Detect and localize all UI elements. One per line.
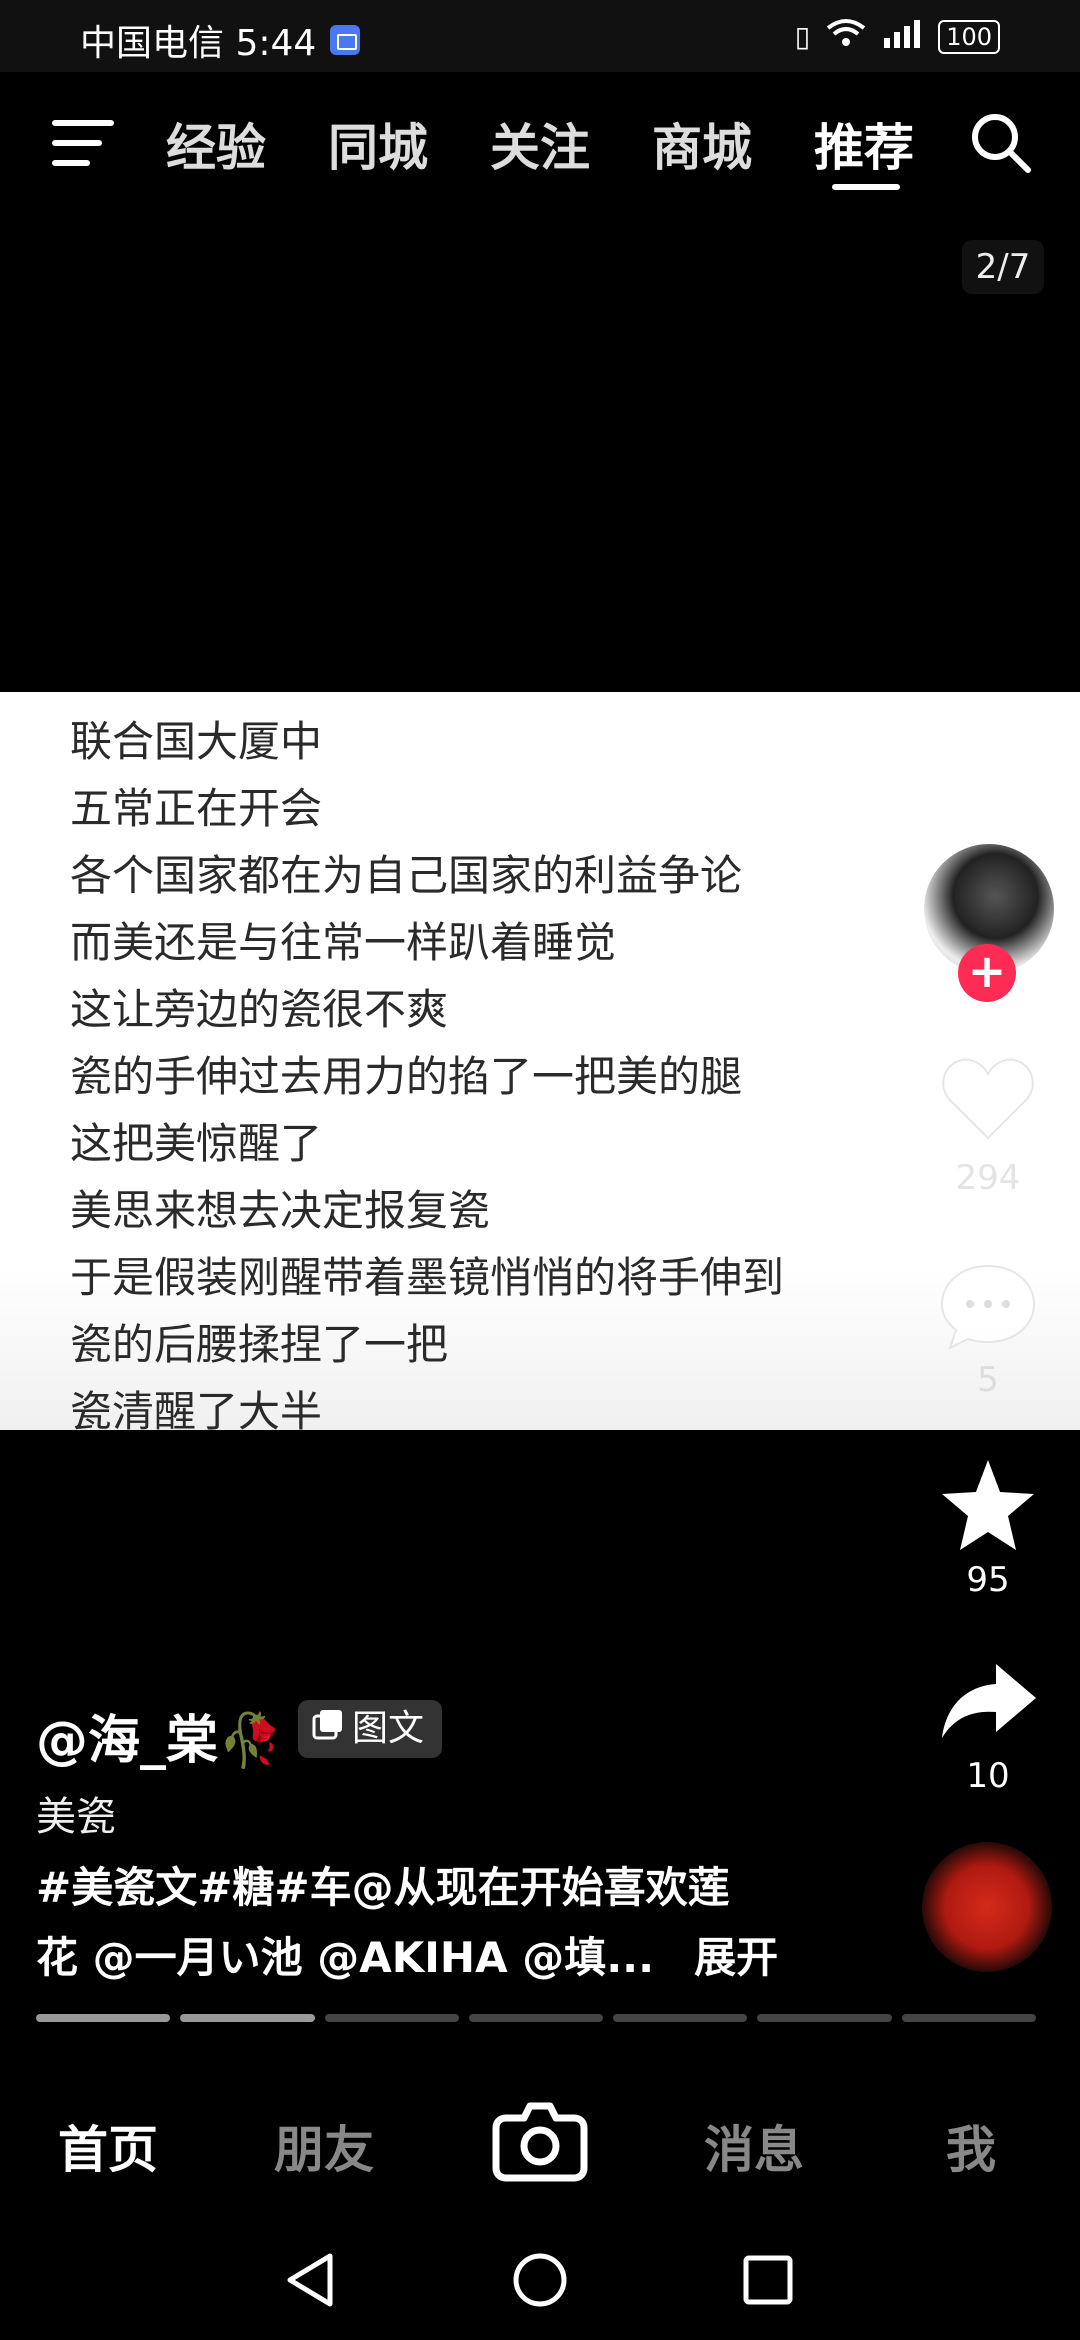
- post-type-label: 图文: [352, 1708, 425, 1749]
- tab-experience[interactable]: 经验: [166, 108, 266, 180]
- image-text-icon: [312, 1700, 344, 1758]
- post-text-line: 瓷清醒了大半: [70, 1387, 323, 1430]
- post-text-line: 各个国家都在为自己国家的利益争论: [70, 851, 743, 900]
- status-right: ▯ 100: [795, 18, 1000, 55]
- progress-segment: [180, 2014, 315, 2022]
- nav-friends[interactable]: 朋友: [274, 2110, 374, 2182]
- post-text-line: 联合国大厦中: [70, 717, 323, 766]
- tab-recommended[interactable]: 推荐: [814, 108, 914, 180]
- comment-count: 5: [977, 1360, 999, 1400]
- menu-icon[interactable]: [52, 120, 114, 166]
- nav-home[interactable]: 首页: [58, 2110, 158, 2182]
- like-count: 294: [955, 1158, 1021, 1198]
- comment-icon[interactable]: [936, 1254, 1040, 1358]
- search-icon[interactable]: [968, 110, 1032, 174]
- post-text-line: 瓷的手伸过去用力的掐了一把美的腿: [70, 1052, 743, 1101]
- camera-icon[interactable]: [492, 2090, 588, 2186]
- post-text-line: 于是假装刚醒带着墨镜悄悄的将手伸到: [70, 1253, 785, 1302]
- share-count: 10: [966, 1756, 1010, 1796]
- post-type-badge: 图文: [298, 1700, 443, 1758]
- share-icon[interactable]: [936, 1650, 1040, 1754]
- post-text-line: 美思来想去决定报复瓷: [70, 1186, 491, 1235]
- battery-indicator: 100: [938, 19, 1000, 54]
- back-icon[interactable]: [282, 2250, 338, 2314]
- post-text-line: 这把美惊醒了: [70, 1119, 323, 1168]
- recents-icon[interactable]: [740, 2250, 796, 2314]
- expand-button[interactable]: 展开: [694, 1924, 778, 1985]
- progress-segment: [613, 2014, 748, 2022]
- system-nav-bar: [0, 2220, 1080, 2340]
- post-image[interactable]: 联合国大厦中 五常正在开会 各个国家都在为自己国家的利益争论 而美还是与往常一样…: [0, 692, 1080, 1430]
- nav-messages[interactable]: 消息: [704, 2110, 804, 2182]
- progress-segment: [324, 2014, 459, 2022]
- post-text-line: 五常正在开会: [70, 784, 323, 833]
- mentions-text[interactable]: 花 @一月い池 @AKIHA @填...: [36, 1924, 654, 1985]
- favorite-count: 95: [966, 1560, 1010, 1600]
- home-icon[interactable]: [512, 2250, 568, 2314]
- bottom-nav: 首页 朋友 消息 我: [0, 2080, 1080, 2200]
- tab-following[interactable]: 关注: [490, 108, 590, 180]
- signal-icon: [882, 18, 922, 55]
- status-left: 中国电信 5:44: [80, 14, 361, 66]
- post-text: 联合国大厦中 五常正在开会 各个国家都在为自己国家的利益争论 而美还是与往常一样…: [70, 708, 784, 1430]
- tab-mall[interactable]: 商城: [652, 108, 752, 180]
- post-hashtags[interactable]: #美瓷文#糖#车@从现在开始喜欢莲: [36, 1854, 730, 1915]
- status-bar: 中国电信 5:44 ▯ 100: [0, 0, 1080, 72]
- like-icon[interactable]: [936, 1046, 1040, 1150]
- vibrate-icon: ▯: [794, 20, 811, 53]
- author-name[interactable]: @海_棠🥀: [36, 1698, 283, 1773]
- wifi-icon: [826, 18, 866, 55]
- top-nav: 经验 同城 关注 商城 推荐: [0, 100, 1080, 210]
- post-text-line: 瓷的后腰揉捏了一把: [70, 1320, 449, 1369]
- follow-button[interactable]: +: [958, 944, 1016, 1002]
- image-progress: [36, 2014, 1036, 2022]
- progress-segment: [468, 2014, 604, 2022]
- active-tab-indicator: [832, 184, 900, 190]
- app-notification-icon: [330, 25, 361, 55]
- progress-segment: [757, 2014, 892, 2022]
- post-mentions: 花 @一月い池 @AKIHA @填... 展开: [36, 1924, 778, 1985]
- carrier-time: 中国电信 5:44: [80, 23, 317, 64]
- post-text-line: 这让旁边的瓷很不爽: [70, 985, 449, 1034]
- post-text-line: 而美还是与往常一样趴着睡觉: [70, 918, 617, 967]
- progress-segment: [36, 2014, 171, 2022]
- progress-segment: [901, 2014, 1036, 2022]
- post-title: 美瓷: [36, 1794, 116, 1840]
- nav-me[interactable]: 我: [946, 2110, 996, 2182]
- image-counter: 2/7: [962, 240, 1044, 294]
- music-disc[interactable]: [922, 1842, 1052, 1972]
- tab-local[interactable]: 同城: [328, 108, 428, 180]
- favorite-star-icon[interactable]: [936, 1454, 1040, 1558]
